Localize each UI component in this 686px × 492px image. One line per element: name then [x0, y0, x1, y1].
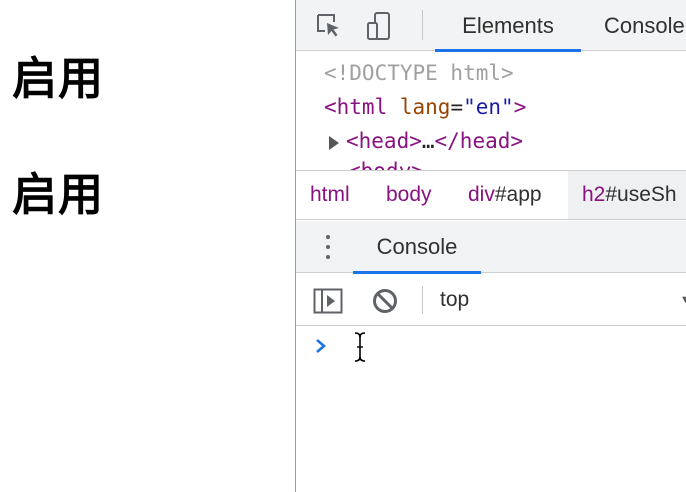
html-open-tag: <html	[324, 95, 388, 119]
head-ellipsis: …	[421, 129, 435, 153]
heading-enable-2: 启用	[12, 168, 105, 221]
console-input[interactable]	[296, 327, 686, 492]
html-tag-close: >	[513, 95, 527, 119]
html-lang-value: "en"	[463, 95, 514, 119]
inspect-element-icon[interactable]	[314, 11, 344, 41]
dom-tree[interactable]: <!DOCTYPE html> <html lang="en"> <head>……	[296, 52, 686, 170]
devtools-panel: Elements Console <!DOCTYPE html> <html l…	[295, 0, 686, 492]
body-open-tag: <body>	[348, 159, 424, 170]
html-lang-attr: lang	[399, 95, 451, 119]
tab-elements[interactable]: Elements	[435, 0, 581, 52]
device-toggle-icon[interactable]	[365, 11, 395, 41]
clear-console-icon[interactable]	[370, 286, 400, 316]
console-toolbar: top ▼	[296, 274, 686, 326]
text-cursor-icon	[354, 331, 366, 368]
prompt-chevron-icon	[314, 337, 328, 360]
breadcrumb: html body div#app h2#useSh	[296, 170, 686, 220]
sidebar-toggle-icon[interactable]	[313, 286, 343, 316]
breadcrumb-id: #useSh	[605, 183, 677, 206]
drawer-tab-console[interactable]: Console	[353, 221, 481, 274]
dom-doctype[interactable]: <!DOCTYPE html>	[324, 58, 514, 88]
expand-triangle-icon[interactable]	[329, 136, 339, 150]
context-selector[interactable]: top	[440, 274, 469, 326]
breadcrumb-div-app[interactable]: div#app	[454, 171, 556, 219]
breadcrumb-tag: div	[468, 183, 495, 206]
breadcrumb-id: #app	[494, 183, 542, 206]
devtools-toolbar: Elements Console	[296, 0, 686, 52]
drawer-tabbar: Console	[296, 221, 686, 274]
dom-body-node[interactable]: <body>	[348, 156, 424, 170]
breadcrumb-html[interactable]: html	[296, 171, 364, 219]
console-toolbar-divider	[422, 286, 423, 314]
head-close-tag: </head>	[434, 129, 524, 153]
tab-console[interactable]: Console	[604, 0, 685, 51]
html-attr-equals: =	[450, 95, 464, 119]
head-open-tag: <head>	[346, 129, 422, 153]
more-options-icon[interactable]	[325, 235, 331, 259]
dom-head-node[interactable]: <head>…</head>	[346, 126, 523, 156]
page-content: 启用 启用	[0, 0, 295, 492]
heading-enable-1: 启用	[12, 52, 105, 105]
toolbar-divider	[422, 10, 423, 40]
chevron-down-icon[interactable]: ▼	[680, 294, 686, 306]
breadcrumb-tag: body	[386, 183, 432, 206]
breadcrumb-body[interactable]: body	[372, 171, 446, 219]
breadcrumb-h2-useshow[interactable]: h2#useSh	[568, 171, 686, 219]
breadcrumb-tag: html	[310, 183, 350, 206]
dom-html-node[interactable]: <html lang="en">	[324, 92, 526, 122]
breadcrumb-tag: h2	[582, 183, 606, 206]
